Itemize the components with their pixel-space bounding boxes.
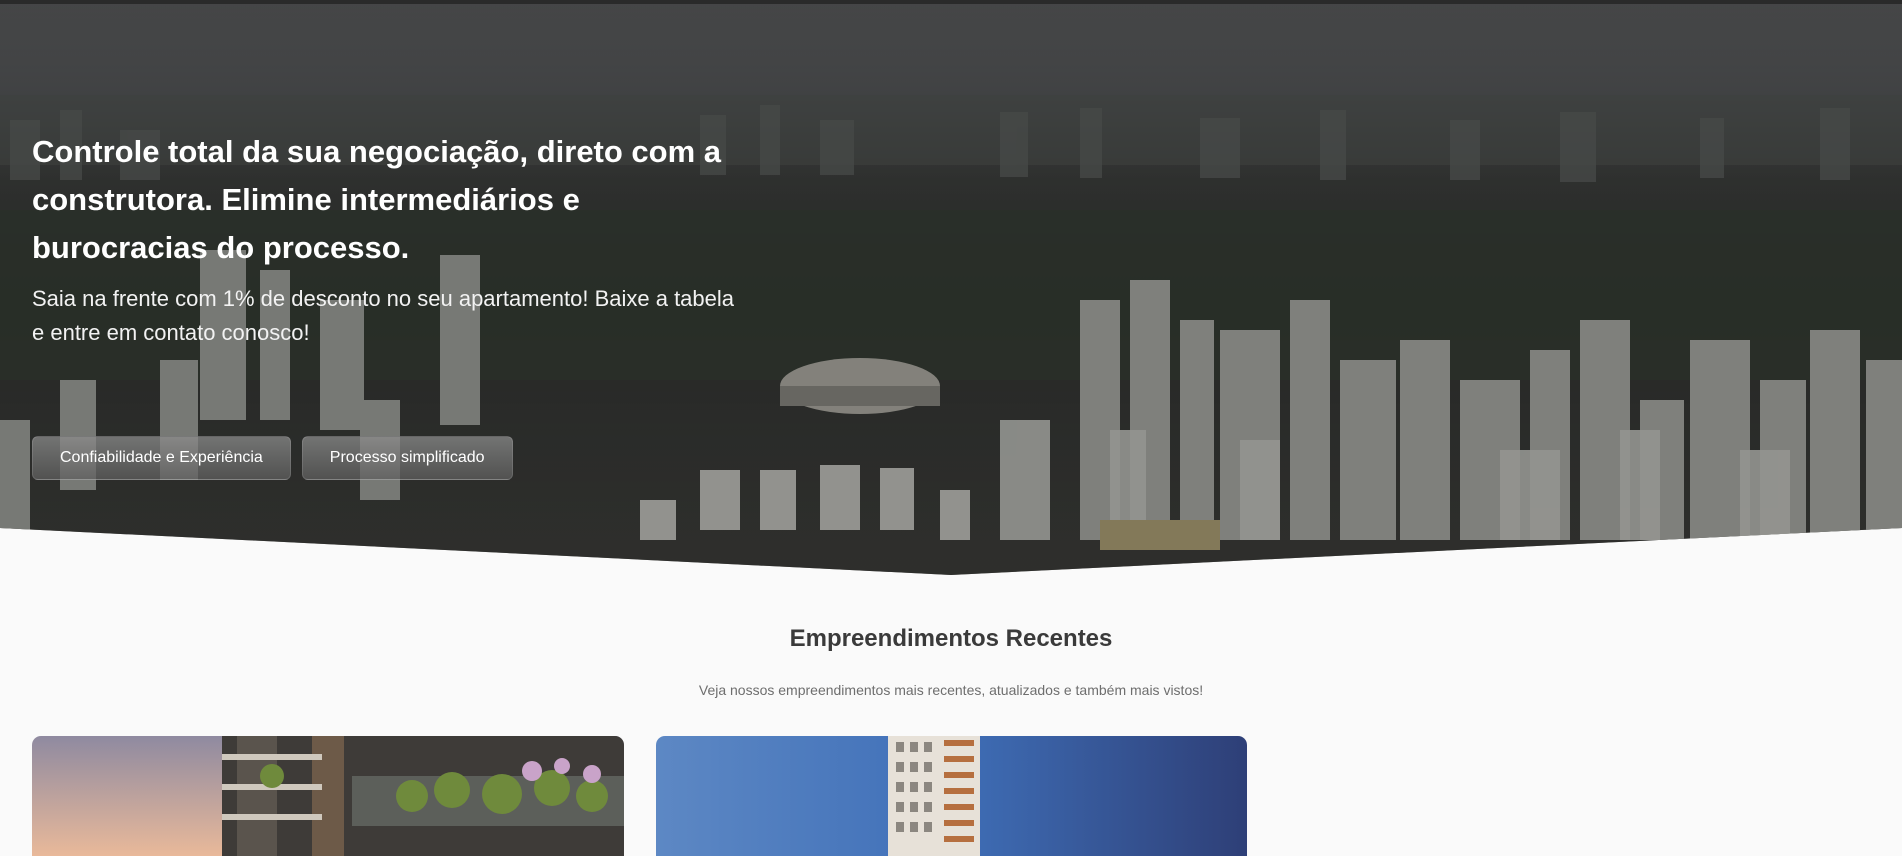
recent-developments-title: Empreendimentos Recentes bbox=[789, 625, 1113, 652]
hero-subtitle: Saia na frente com 1% de desconto no seu… bbox=[32, 286, 735, 345]
hero-content: Controle total da sua negociação, direto… bbox=[32, 128, 752, 350]
building-balcony-image bbox=[32, 736, 624, 856]
reliability-experience-button[interactable]: Confiabilidade e Experiência bbox=[32, 436, 291, 480]
top-bar bbox=[0, 0, 1902, 4]
simplified-process-button[interactable]: Processo simplificado bbox=[301, 436, 513, 480]
hero-feature-buttons: Confiabilidade e Experiência Processo si… bbox=[32, 436, 513, 480]
hero-title: Controle total da sua negociação, direto… bbox=[32, 134, 722, 265]
recent-developments-subtitle: Veja nossos empreendimentos mais recente… bbox=[698, 682, 1204, 698]
hero-banner: Controle total da sua negociação, direto… bbox=[0, 0, 1902, 575]
development-card-2[interactable] bbox=[656, 736, 1247, 856]
tower-sky-image bbox=[656, 736, 1247, 856]
development-card-1[interactable] bbox=[32, 736, 624, 856]
